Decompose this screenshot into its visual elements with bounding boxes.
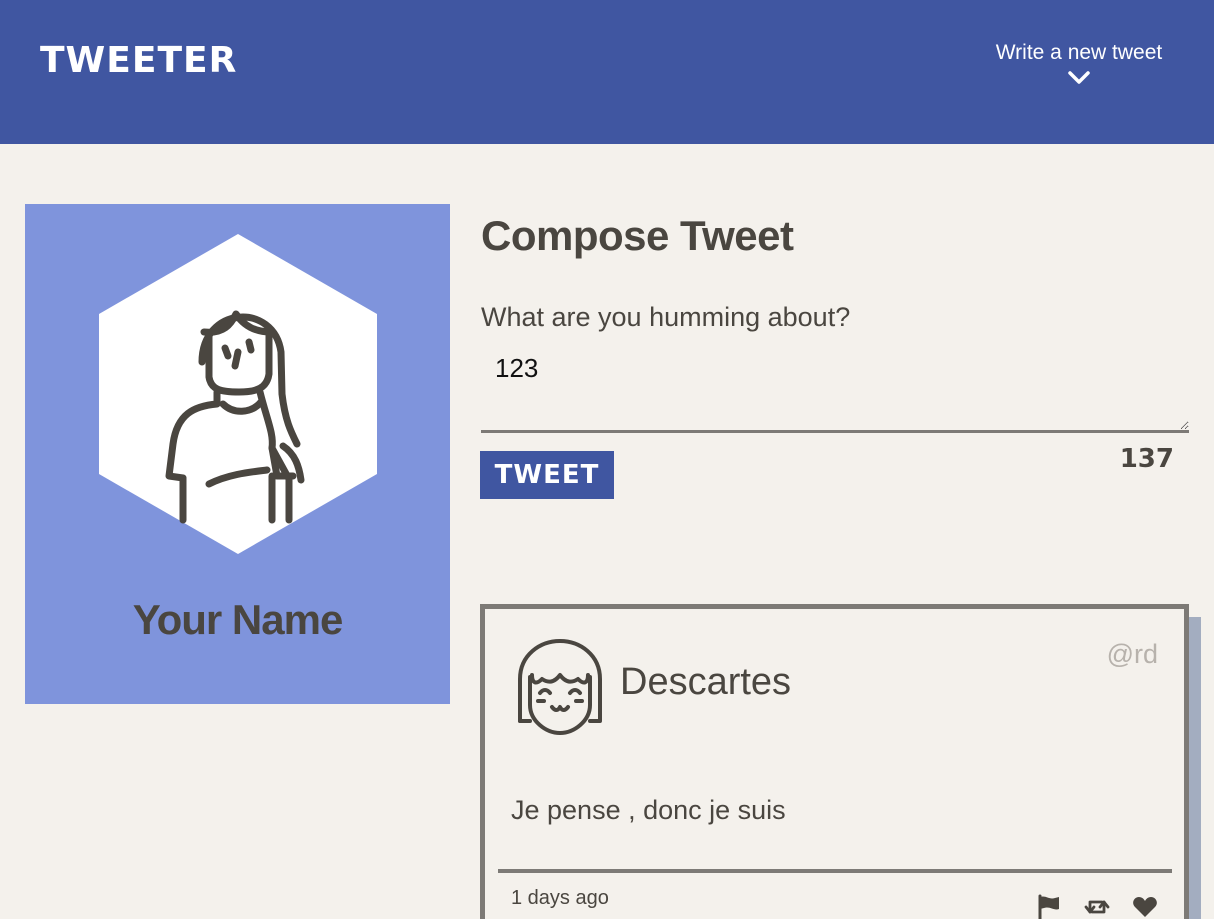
brand-logo[interactable]: TWEETER: [40, 40, 237, 82]
compose-tweet-title: Compose Tweet: [481, 212, 794, 259]
write-new-tweet-label[interactable]: Write a new tweet: [984, 38, 1174, 68]
tweet-submit-button[interactable]: TWEET: [480, 451, 614, 499]
tweet-timestamp: 1 days ago: [511, 887, 609, 909]
profile-name: Your Name: [132, 596, 344, 643]
flag-icon[interactable]: [1036, 894, 1062, 919]
tweet-author-handle: @rd: [1106, 639, 1158, 669]
girl-avatar-icon: [518, 639, 602, 735]
retweet-icon[interactable]: [1084, 894, 1110, 919]
tweet-divider: [498, 869, 1172, 873]
char-counter: 137: [1119, 444, 1174, 474]
chevron-down-icon[interactable]: [1067, 70, 1091, 86]
user-profile-card: Your Name: [25, 204, 450, 704]
tweet-author-name: Descartes: [620, 661, 792, 703]
tweet-text-label: What are you humming about?: [481, 302, 851, 332]
heart-icon[interactable]: [1132, 894, 1158, 919]
tweet-card: Descartes @rd Je pense , donc je suis 1 …: [480, 604, 1189, 919]
tweet-text-input[interactable]: 123: [481, 345, 1189, 433]
woman-avatar-icon: [99, 234, 377, 554]
top-navbar: TWEETER Write a new tweet: [0, 0, 1214, 144]
write-new-tweet-toggle[interactable]: Write a new tweet: [984, 38, 1174, 86]
tweet-actions: [1036, 894, 1158, 919]
tweet-content: Je pense , donc je suis: [511, 795, 786, 825]
